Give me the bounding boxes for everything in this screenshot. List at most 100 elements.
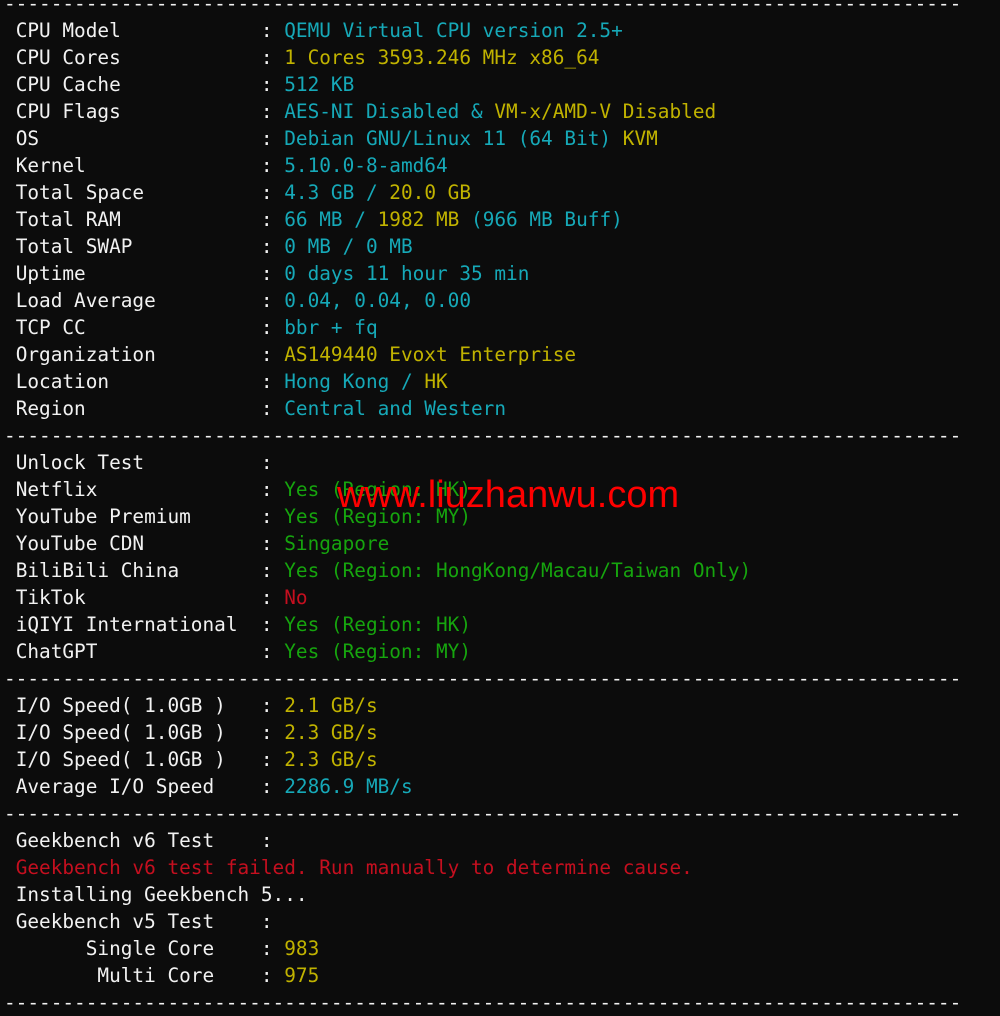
colon-separator: : <box>260 19 285 42</box>
colon-separator: : <box>260 73 285 96</box>
terminal-line: Total RAM : 66 MB / 1982 MB (966 MB Buff… <box>4 206 961 233</box>
row-label: Total SWAP <box>15 235 261 258</box>
terminal-line: Total SWAP : 0 MB / 0 MB <box>4 233 961 260</box>
colon-separator: : <box>260 775 285 798</box>
row-label: CPU Flags <box>15 100 261 123</box>
row-value: 1982 MB <box>377 208 460 231</box>
separator-line: ----------------------------------------… <box>4 0 962 15</box>
row-label: Load Average <box>15 289 261 312</box>
row-value: QEMU Virtual CPU version 2.5+ <box>284 19 623 42</box>
message-text: Installing Geekbench 5... <box>15 883 308 906</box>
row-value: Hong Kong / <box>284 370 425 393</box>
message-text: Geekbench v6 test failed. Run manually t… <box>15 856 693 879</box>
colon-separator: : <box>260 208 285 231</box>
colon-separator: : <box>260 532 285 555</box>
row-value: Yes (Region: HongKong/Macau/Taiwan Only) <box>284 559 752 582</box>
row-value: 2.3 GB/s <box>284 721 378 744</box>
colon-separator: : <box>260 613 285 636</box>
terminal-line: Region : Central and Western <box>4 395 961 422</box>
terminal-line: iQIYI International : Yes (Region: HK) <box>4 611 961 638</box>
row-label: I/O Speed( 1.0GB ) <box>15 694 261 717</box>
colon-separator: : <box>260 505 285 528</box>
row-value: Yes (Region: HK) <box>284 613 472 636</box>
terminal-line: TikTok : No <box>4 584 961 611</box>
row-label: YouTube CDN <box>15 532 261 555</box>
row-value: Debian GNU/Linux 11 (64 Bit) <box>284 127 623 150</box>
separator-line: ----------------------------------------… <box>4 424 962 447</box>
row-value: bbr + fq <box>284 316 378 339</box>
colon-separator: : <box>260 181 285 204</box>
terminal-line: Unlock Test : <box>4 449 961 476</box>
row-value: 0 days 11 hour 35 min <box>284 262 530 285</box>
row-label: OS <box>15 127 261 150</box>
row-value: 2.3 GB/s <box>284 748 378 771</box>
separator-line: ----------------------------------------… <box>4 667 962 690</box>
terminal-line: Single Core : 983 <box>4 935 961 962</box>
terminal-line: Load Average : 0.04, 0.04, 0.00 <box>4 287 961 314</box>
row-value: Central and Western <box>284 397 507 420</box>
row-label: Kernel <box>15 154 261 177</box>
separator-line: ----------------------------------------… <box>4 991 962 1014</box>
row-value: 20.0 GB <box>389 181 472 204</box>
row-value: AS149440 Evoxt Enterprise <box>284 343 577 366</box>
row-label: CPU Cores <box>15 46 261 69</box>
row-label: Average I/O Speed <box>15 775 261 798</box>
row-label: I/O Speed( 1.0GB ) <box>15 748 261 771</box>
terminal-line: YouTube CDN : Singapore <box>4 530 961 557</box>
row-label: Single Core <box>15 937 261 960</box>
row-value: 5.10.0-8-amd64 <box>284 154 448 177</box>
row-value: 4.3 GB / <box>284 181 390 204</box>
terminal-line: ChatGPT : Yes (Region: MY) <box>4 638 961 665</box>
terminal-line: BiliBili China : Yes (Region: HongKong/M… <box>4 557 961 584</box>
colon-separator: : <box>260 289 285 312</box>
row-label: Region <box>15 397 261 420</box>
terminal-line: OS : Debian GNU/Linux 11 (64 Bit) KVM <box>4 125 961 152</box>
row-label: Geekbench v5 Test <box>15 910 261 933</box>
terminal-line: Total Space : 4.3 GB / 20.0 GB <box>4 179 961 206</box>
colon-separator: : <box>260 640 285 663</box>
colon-separator: : <box>260 937 285 960</box>
row-value: 0 MB / 0 MB <box>284 235 413 258</box>
colon-separator: : <box>260 262 285 285</box>
row-value: 975 <box>284 964 320 987</box>
colon-separator: : <box>260 586 285 609</box>
row-label: TCP CC <box>15 316 261 339</box>
colon-separator: : <box>260 343 285 366</box>
colon-separator: : <box>260 559 285 582</box>
row-label: CPU Model <box>15 19 261 42</box>
terminal-line: Multi Core : 975 <box>4 962 961 989</box>
terminal-line: CPU Cache : 512 KB <box>4 71 961 98</box>
row-value: (966 MB Buff) <box>459 208 623 231</box>
colon-separator: : <box>260 451 285 474</box>
row-value: 0.04, 0.04, 0.00 <box>284 289 472 312</box>
terminal-line: Geekbench v6 Test : <box>4 827 961 854</box>
terminal-line: Uptime : 0 days 11 hour 35 min <box>4 260 961 287</box>
terminal-line: CPU Cores : 1 Cores 3593.246 MHz x86_64 <box>4 44 961 71</box>
row-value: KVM <box>622 127 658 150</box>
colon-separator: : <box>260 235 285 258</box>
row-label: Organization <box>15 343 261 366</box>
colon-separator: : <box>260 910 285 933</box>
row-value: No <box>284 586 308 609</box>
colon-separator: : <box>260 46 285 69</box>
colon-separator: : <box>260 316 285 339</box>
row-label: Unlock Test <box>15 451 261 474</box>
row-label: Netflix <box>15 478 261 501</box>
colon-separator: : <box>260 721 285 744</box>
colon-separator: : <box>260 829 285 852</box>
colon-separator: : <box>260 370 285 393</box>
colon-separator: : <box>260 154 285 177</box>
colon-separator: : <box>260 964 285 987</box>
row-label: CPU Cache <box>15 73 261 96</box>
row-value: 512 KB <box>284 73 355 96</box>
terminal-line: Location : Hong Kong / HK <box>4 368 961 395</box>
row-label: YouTube Premium <box>15 505 261 528</box>
row-value: 1 Cores 3593.246 MHz x86_64 <box>284 46 600 69</box>
row-value: 2286.9 MB/s <box>284 775 413 798</box>
terminal-line: TCP CC : bbr + fq <box>4 314 961 341</box>
row-label: Multi Core <box>15 964 261 987</box>
row-value: 66 MB / <box>284 208 378 231</box>
row-label: Geekbench v6 Test <box>15 829 261 852</box>
terminal-line: CPU Flags : AES-NI Disabled & VM-x/AMD-V… <box>4 98 961 125</box>
row-value: Yes (Region: MY) <box>284 640 472 663</box>
